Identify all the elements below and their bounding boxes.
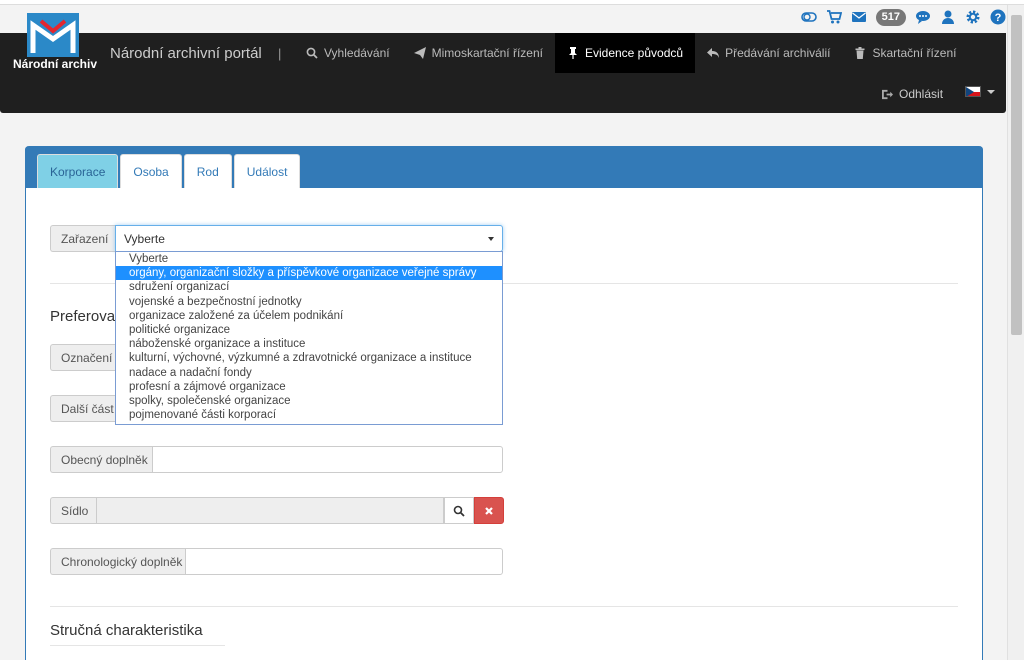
dalsi-cast-label: Další část j <box>50 395 125 422</box>
top-rule <box>0 0 1024 5</box>
user-icon[interactable] <box>940 9 956 25</box>
nav-item-label: Vyhledávání <box>324 46 390 60</box>
dropdown-option[interactable]: kulturní, výchovné, výzkumné a zdravotni… <box>116 351 502 365</box>
section-divider <box>50 606 958 607</box>
dropdown-arrow-icon <box>488 236 494 241</box>
sidlo-input[interactable] <box>96 497 444 524</box>
tab-udalost[interactable]: Událost <box>233 154 301 188</box>
tab-bar: Korporace Osoba Rod Událost <box>37 154 301 188</box>
nav-item-label: Mimoskartační řízení <box>431 46 543 60</box>
logout-icon <box>882 89 893 99</box>
logo-mark-icon <box>27 13 79 57</box>
page-scrollbar[interactable] <box>1007 5 1024 660</box>
zarazeni-select[interactable]: Vyberte <box>115 225 503 252</box>
nav-separator: | <box>278 46 282 61</box>
title-underline <box>50 645 225 646</box>
obecny-doplnek-input[interactable] <box>152 446 503 473</box>
scrollbar-thumb[interactable] <box>1011 15 1022 335</box>
oznaceni-field: Označení ( <box>50 344 125 371</box>
pin-icon <box>568 47 577 59</box>
dropdown-option[interactable]: nadace a nadační fondy <box>116 366 502 380</box>
nav-item-evidence-puvodcu[interactable]: Evidence původců <box>554 33 696 73</box>
logo-text: Národní archiv <box>12 57 98 71</box>
dropdown-option[interactable]: Vyberte <box>116 252 502 266</box>
dropdown-option[interactable]: organizace založené za účelem podnikání <box>116 309 502 323</box>
utility-bar: 517 ? <box>800 6 1006 28</box>
trash-icon <box>855 47 865 59</box>
main-navbar: Národní archiv Národní archivní portál |… <box>0 13 1006 113</box>
zarazeni-dropdown-list: Vyberte orgány, organizační složky a pří… <box>115 251 503 425</box>
dropdown-option[interactable]: vojenské a bezpečnostní jednotky <box>116 295 502 309</box>
tab-rod[interactable]: Rod <box>183 154 232 188</box>
nav-item-label: Evidence původců <box>584 46 684 60</box>
obecny-doplnek-label: Obecný doplněk <box>50 446 152 473</box>
chat-icon[interactable] <box>915 9 931 25</box>
nav-menu: Vyhledávání Mimoskartační řízení Evidenc… <box>294 33 969 73</box>
tab-korporace[interactable]: Korporace <box>37 154 119 188</box>
gear-icon[interactable] <box>965 9 981 25</box>
dalsi-cast-field: Další část j <box>50 395 125 422</box>
paper-plane-icon <box>413 47 426 59</box>
logo[interactable]: Národní archiv <box>7 13 99 87</box>
chevron-down-icon <box>987 89 995 94</box>
dropdown-option[interactable]: pojmenované části korporací <box>116 408 502 422</box>
brand-title[interactable]: Národní archivní portál <box>110 45 262 62</box>
svg-text:?: ? <box>995 12 1002 24</box>
sidlo-label: Sídlo <box>50 497 96 524</box>
sidlo-clear-button[interactable] <box>474 497 504 524</box>
dropdown-option[interactable]: náboženské organizace a instituce <box>116 337 502 351</box>
obecny-doplnek-field: Obecný doplněk <box>50 446 503 473</box>
sidlo-field: Sídlo <box>50 497 504 524</box>
chrono-label: Chronologický doplněk <box>50 548 185 575</box>
nav-item-predavani[interactable]: Předávání archiválií <box>695 33 842 73</box>
zarazeni-select-value: Vyberte <box>124 231 165 246</box>
toggle-icon[interactable] <box>800 9 817 25</box>
zarazeni-field: Zařazení Vyberte <box>50 225 503 252</box>
nav-item-label: Skartační řízení <box>872 46 957 60</box>
oznaceni-label: Označení ( <box>50 344 125 371</box>
dropdown-option[interactable]: spolky, společenské organizace <box>116 394 502 408</box>
dropdown-option[interactable]: profesní a zájmové organizace <box>116 380 502 394</box>
chrono-input[interactable] <box>185 548 503 575</box>
tab-osoba[interactable]: Osoba <box>120 154 182 188</box>
help-icon[interactable]: ? <box>990 9 1006 25</box>
search-icon <box>453 505 465 517</box>
nav-item-mimoskartacni[interactable]: Mimoskartační řízení <box>402 33 555 73</box>
dropdown-option[interactable]: sdružení organizací <box>116 280 502 294</box>
logout-label: Odhlásit <box>899 87 944 101</box>
cart-icon[interactable] <box>826 9 842 25</box>
language-selector[interactable] <box>965 86 995 97</box>
preferred-section-title: Preferovan <box>50 308 124 325</box>
close-icon <box>485 506 493 515</box>
strucna-section-title: Stručná charakteristika <box>50 622 203 639</box>
panel-header: Korporace Osoba Rod Událost <box>25 146 983 188</box>
zarazeni-label: Zařazení <box>50 225 115 252</box>
envelope-icon[interactable] <box>851 9 867 25</box>
dropdown-option[interactable]: politické organizace <box>116 323 502 337</box>
sidlo-search-button[interactable] <box>444 497 474 524</box>
notification-count-badge[interactable]: 517 <box>875 8 906 26</box>
logout-link[interactable]: Odhlásit <box>882 87 943 101</box>
nav-item-vyhledavani[interactable]: Vyhledávání <box>294 33 402 73</box>
reply-icon <box>707 48 720 58</box>
dropdown-option-selected[interactable]: orgány, organizační složky a příspěvkové… <box>116 266 502 281</box>
nav-item-skartacni[interactable]: Skartační řízení <box>842 33 968 73</box>
czech-flag-icon <box>965 86 981 97</box>
nav-item-label: Předávání archiválií <box>725 46 831 60</box>
search-icon <box>306 47 318 59</box>
chrono-field: Chronologický doplněk <box>50 548 503 575</box>
